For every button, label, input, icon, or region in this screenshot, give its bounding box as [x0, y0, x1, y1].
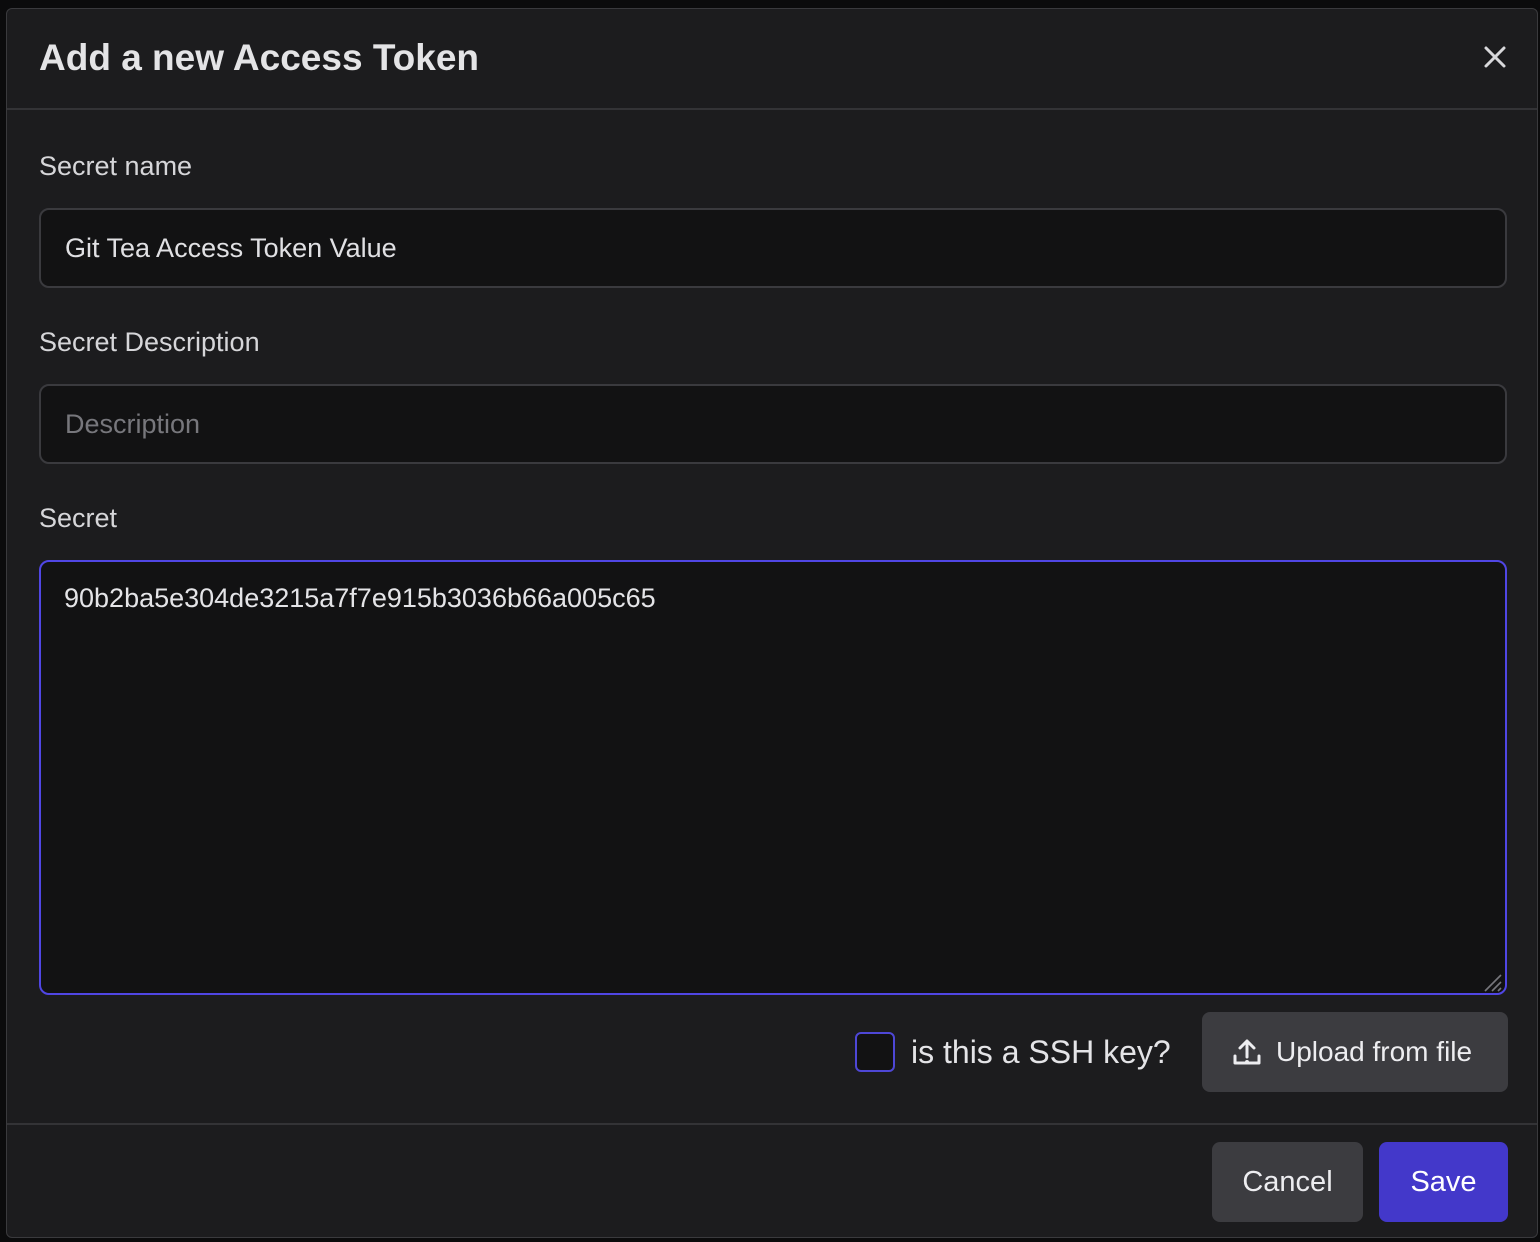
secret-name-label: Secret name — [39, 151, 193, 181]
footer-divider — [7, 1123, 1537, 1125]
resize-handle-icon[interactable] — [1479, 969, 1503, 993]
dialog-title: Add a new Access Token — [39, 37, 480, 78]
secret-name-input[interactable] — [39, 208, 1507, 288]
close-icon — [1484, 46, 1506, 68]
ssh-key-label[interactable]: is this a SSH key? — [911, 1033, 1171, 1071]
secret-description-input[interactable] — [39, 384, 1507, 464]
upload-icon — [1233, 1039, 1261, 1065]
upload-from-file-button[interactable]: Upload from file — [1202, 1012, 1508, 1092]
upload-button-label: Upload from file — [1276, 1036, 1473, 1067]
secret-description-label: Secret Description — [39, 327, 260, 357]
secret-textarea[interactable]: 90b2ba5e304de3215a7f7e915b3036b66a005c65 — [39, 560, 1507, 995]
cancel-button[interactable]: Cancel — [1212, 1142, 1363, 1222]
ssh-key-checkbox[interactable] — [855, 1032, 895, 1072]
dialog-header: Add a new Access Token — [7, 9, 1537, 110]
close-button[interactable] — [1477, 39, 1513, 75]
secret-label: Secret — [39, 503, 118, 533]
save-button[interactable]: Save — [1379, 1142, 1508, 1222]
add-access-token-dialog: Add a new Access Token Secret name Secre… — [6, 8, 1538, 1238]
